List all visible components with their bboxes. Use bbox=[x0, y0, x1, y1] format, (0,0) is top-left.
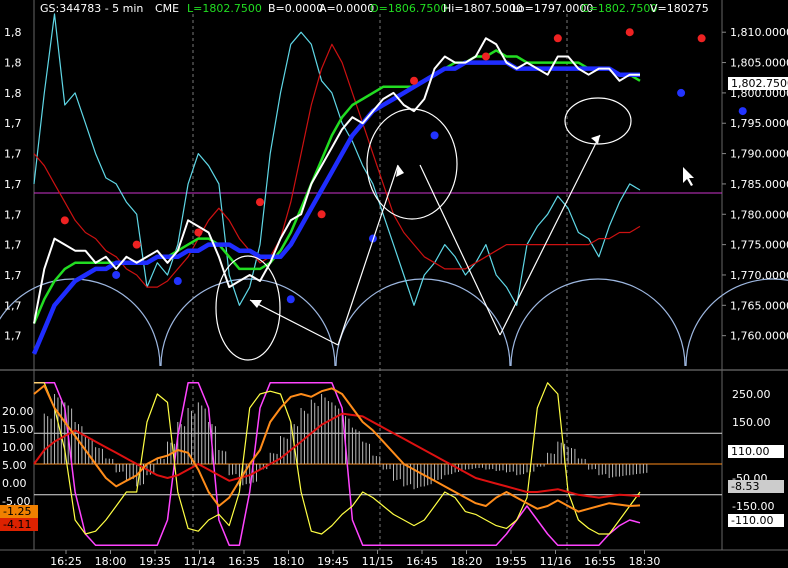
blue-dot-6 bbox=[738, 107, 747, 116]
red-dot-8 bbox=[625, 28, 634, 37]
time-tick-3: 11/14 bbox=[184, 555, 216, 568]
osc-tag-right-1: 110.00 bbox=[728, 445, 784, 458]
green-ma-series bbox=[32, 49, 641, 324]
time-tick-10: 19:55 bbox=[495, 555, 527, 568]
osc-tick-right-0: 250.00 bbox=[732, 388, 771, 401]
osc-tag-left-2: -4.11 bbox=[0, 518, 38, 531]
blue-dot-4 bbox=[430, 131, 439, 140]
annotation-layer bbox=[215, 97, 694, 361]
price-chart[interactable]: 1,810.00001,805.00001,800.00001,795.0000… bbox=[0, 0, 788, 568]
osc-tag-right-3: -110.00 bbox=[728, 514, 784, 527]
osc-tick-left-4: 0.00 bbox=[2, 477, 27, 490]
osc-tag-left-1: -1.25 bbox=[0, 505, 38, 518]
price-tick-left-10: 1,7 bbox=[4, 330, 22, 343]
ask-label: A=0.0000 bbox=[319, 2, 375, 15]
price-tick-left-1: 1,8 bbox=[4, 57, 22, 70]
time-tick-1: 18:00 bbox=[95, 555, 127, 568]
blue-dot-0 bbox=[112, 270, 121, 279]
blue-dot-2 bbox=[286, 295, 295, 304]
osc-tick-left-0: 20.00 bbox=[2, 405, 34, 418]
time-tick-8: 16:45 bbox=[406, 555, 438, 568]
osc-tick-right-1: 150.00 bbox=[732, 416, 771, 429]
price-tick-right-8: 1,770.0000 bbox=[730, 269, 788, 282]
red-dot-4 bbox=[317, 210, 326, 219]
time-tick-7: 11/15 bbox=[362, 555, 394, 568]
price-tick-left-2: 1,8 bbox=[4, 87, 22, 100]
osc-tick-left-3: 5.00 bbox=[2, 459, 27, 472]
volume-label: V=180275 bbox=[650, 2, 709, 15]
price-tick-right-7: 1,775.0000 bbox=[730, 239, 788, 252]
open-label: O=1806.7500 bbox=[370, 2, 448, 15]
price-tick-right-0: 1,810.0000 bbox=[730, 26, 788, 39]
time-tick-9: 18:20 bbox=[451, 555, 483, 568]
exchange-label: CME bbox=[155, 2, 180, 15]
last-label: L=1802.7500 bbox=[187, 2, 262, 15]
last-price-tag: 1,802.7500 bbox=[728, 77, 788, 90]
price-tick-right-1: 1,805.0000 bbox=[730, 57, 788, 70]
red-dot-7 bbox=[553, 34, 562, 43]
symbol-label: GS:344783 - 5 min bbox=[40, 2, 144, 15]
time-tick-4: 16:35 bbox=[228, 555, 260, 568]
red-dot-9 bbox=[697, 34, 706, 43]
blue-dot-5 bbox=[677, 88, 686, 97]
time-tick-13: 18:30 bbox=[629, 555, 661, 568]
time-tick-2: 19:35 bbox=[139, 555, 171, 568]
axes-layer: 1,810.00001,805.00001,800.00001,795.0000… bbox=[2, 26, 788, 568]
price-tick-right-3: 1,795.0000 bbox=[730, 117, 788, 130]
annotation-ellipse-0 bbox=[215, 255, 281, 361]
annotation-arrow-0 bbox=[249, 299, 339, 346]
cycle-arc-4 bbox=[685, 278, 788, 367]
blue-dot-1 bbox=[173, 277, 182, 286]
price-tick-right-6: 1,780.0000 bbox=[730, 208, 788, 221]
close-label: C=1802.7500 bbox=[581, 2, 658, 15]
cycle-arc-0 bbox=[0, 278, 161, 367]
time-tick-12: 16:55 bbox=[584, 555, 616, 568]
osc-tick-left-2: 10.00 bbox=[2, 441, 34, 454]
price-tick-right-10: 1,760.0000 bbox=[730, 330, 788, 343]
price-tick-right-5: 1,785.0000 bbox=[730, 178, 788, 191]
price-panel bbox=[0, 13, 788, 367]
price-tick-right-9: 1,765.0000 bbox=[730, 299, 788, 312]
mouse-cursor-icon bbox=[683, 167, 694, 186]
osc-orange-series bbox=[33, 384, 641, 513]
price-tick-left-3: 1,7 bbox=[4, 117, 22, 130]
time-tick-0: 16:25 bbox=[50, 555, 82, 568]
red-dot-6 bbox=[481, 52, 490, 61]
price-tick-right-4: 1,790.0000 bbox=[730, 148, 788, 161]
red-dot-5 bbox=[410, 76, 419, 85]
oscillator-panel bbox=[33, 382, 722, 546]
cycle-arc-1 bbox=[160, 278, 336, 367]
price-tick-left-7: 1,7 bbox=[4, 239, 22, 252]
osc-tick-left-1: 15.00 bbox=[2, 423, 34, 436]
time-tick-11: 11/16 bbox=[540, 555, 572, 568]
osc-tick-right-4: -150.00 bbox=[732, 500, 774, 513]
price-tick-left-6: 1,7 bbox=[4, 208, 22, 221]
price-tick-left-9: 1,7 bbox=[4, 299, 22, 312]
price-tick-left-5: 1,7 bbox=[4, 178, 22, 191]
annotation-arrow-1 bbox=[337, 164, 399, 346]
cycle-arc-3 bbox=[510, 278, 686, 367]
price-tick-left-8: 1,7 bbox=[4, 269, 22, 282]
red-dot-0 bbox=[60, 216, 69, 225]
osc-red-series bbox=[33, 412, 641, 499]
red-dot-2 bbox=[194, 228, 203, 237]
arrowhead-0 bbox=[250, 300, 262, 308]
bid-label: B=0.0000 bbox=[268, 2, 324, 15]
annotation-arrow-3 bbox=[499, 134, 601, 336]
time-tick-5: 18:10 bbox=[273, 555, 305, 568]
cycle-arc-2 bbox=[335, 278, 511, 367]
red-dot-1 bbox=[132, 240, 141, 249]
price-tick-left-4: 1,7 bbox=[4, 148, 22, 161]
price-series bbox=[33, 37, 640, 324]
time-tick-6: 19:45 bbox=[317, 555, 349, 568]
osc-tag-right-2: -8.53 bbox=[728, 480, 784, 493]
red-dot-3 bbox=[255, 198, 264, 207]
arrowhead-2 bbox=[591, 135, 600, 144]
price-tick-left-0: 1,8 bbox=[4, 26, 22, 39]
